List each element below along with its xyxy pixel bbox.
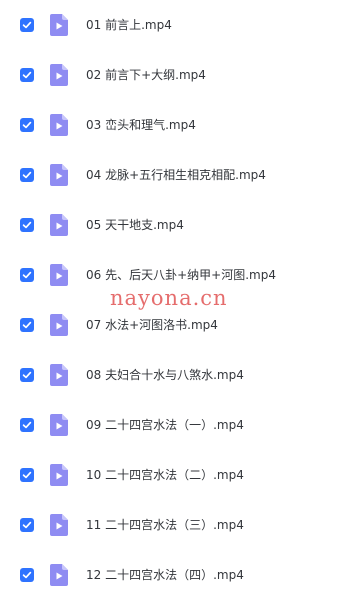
file-row[interactable]: 06 先、后天八卦+纳甲+河图.mp4 (0, 250, 353, 300)
file-name: 05 天干地支.mp4 (86, 218, 184, 232)
file-name: 12 二十四宫水法（四）.mp4 (86, 568, 244, 582)
checkmark-icon (22, 21, 32, 29)
video-file-icon (50, 464, 68, 486)
file-row[interactable]: 07 水法+河图洛书.mp4 (0, 300, 353, 350)
checkbox[interactable] (20, 268, 34, 282)
file-name: 11 二十四宫水法（三）.mp4 (86, 518, 244, 532)
checkmark-icon (22, 421, 32, 429)
file-row[interactable]: 09 二十四宫水法（一）.mp4 (0, 400, 353, 450)
file-row[interactable]: 01 前言上.mp4 (0, 0, 353, 50)
video-file-icon (50, 264, 68, 286)
file-row[interactable]: 12 二十四宫水法（四）.mp4 (0, 550, 353, 599)
checkbox[interactable] (20, 168, 34, 182)
video-file-icon (50, 114, 68, 136)
file-name: 09 二十四宫水法（一）.mp4 (86, 418, 244, 432)
file-row[interactable]: 05 天干地支.mp4 (0, 200, 353, 250)
file-row[interactable]: 02 前言下+大纲.mp4 (0, 50, 353, 100)
checkbox[interactable] (20, 468, 34, 482)
checkmark-icon (22, 521, 32, 529)
checkbox[interactable] (20, 518, 34, 532)
file-row[interactable]: 10 二十四宫水法（二）.mp4 (0, 450, 353, 500)
checkmark-icon (22, 221, 32, 229)
video-file-icon (50, 64, 68, 86)
checkbox[interactable] (20, 368, 34, 382)
file-name: 02 前言下+大纲.mp4 (86, 68, 206, 82)
video-file-icon (50, 514, 68, 536)
file-name: 06 先、后天八卦+纳甲+河图.mp4 (86, 268, 276, 282)
video-file-icon (50, 314, 68, 336)
file-row[interactable]: 03 峦头和理气.mp4 (0, 100, 353, 150)
checkmark-icon (22, 571, 32, 579)
checkmark-icon (22, 371, 32, 379)
file-name: 07 水法+河图洛书.mp4 (86, 318, 218, 332)
file-name: 10 二十四宫水法（二）.mp4 (86, 468, 244, 482)
checkbox[interactable] (20, 118, 34, 132)
checkbox[interactable] (20, 18, 34, 32)
checkmark-icon (22, 271, 32, 279)
file-row[interactable]: 08 夫妇合十水与八煞水.mp4 (0, 350, 353, 400)
checkmark-icon (22, 71, 32, 79)
checkmark-icon (22, 471, 32, 479)
file-row[interactable]: 04 龙脉+五行相生相克相配.mp4 (0, 150, 353, 200)
checkbox[interactable] (20, 68, 34, 82)
file-name: 04 龙脉+五行相生相克相配.mp4 (86, 168, 266, 182)
video-file-icon (50, 414, 68, 436)
file-name: 03 峦头和理气.mp4 (86, 118, 196, 132)
checkbox[interactable] (20, 418, 34, 432)
file-row[interactable]: 11 二十四宫水法（三）.mp4 (0, 500, 353, 550)
checkbox[interactable] (20, 218, 34, 232)
video-file-icon (50, 564, 68, 586)
video-file-icon (50, 14, 68, 36)
video-file-icon (50, 364, 68, 386)
checkmark-icon (22, 171, 32, 179)
checkbox[interactable] (20, 568, 34, 582)
checkbox[interactable] (20, 318, 34, 332)
video-file-icon (50, 164, 68, 186)
file-name: 08 夫妇合十水与八煞水.mp4 (86, 368, 244, 382)
checkmark-icon (22, 321, 32, 329)
video-file-icon (50, 214, 68, 236)
file-list: 01 前言上.mp4 02 前言下+大纲.mp4 03 峦头和理气.mp4 04 龙脉… (0, 0, 353, 599)
file-name: 01 前言上.mp4 (86, 18, 172, 32)
checkmark-icon (22, 121, 32, 129)
